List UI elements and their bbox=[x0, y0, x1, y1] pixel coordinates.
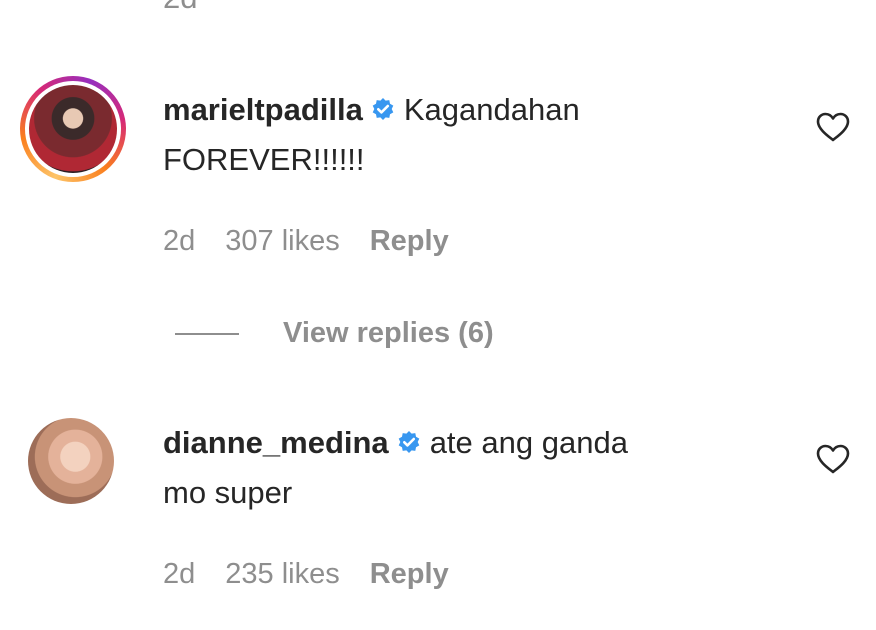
view-replies-button[interactable]: View replies (6) bbox=[175, 316, 494, 350]
comment-meta: 2d 235 likes Reply bbox=[163, 557, 479, 591]
avatar-image[interactable] bbox=[28, 418, 114, 504]
previous-comment-time: 2d bbox=[163, 0, 197, 16]
comment-likes[interactable]: 307 likes bbox=[225, 225, 339, 257]
comment-likes[interactable]: 235 likes bbox=[225, 558, 339, 590]
reply-button[interactable]: Reply bbox=[370, 558, 449, 590]
story-ring-avatar[interactable] bbox=[20, 76, 126, 182]
comment-text-line-2: mo super bbox=[163, 475, 293, 510]
comment-text-line: marieltpadilla Kagandahan bbox=[163, 85, 580, 138]
comment-username[interactable]: dianne_medina bbox=[163, 425, 389, 460]
comment-username[interactable]: marieltpadilla bbox=[163, 92, 363, 127]
comment-text-line-2: FOREVER!!!!!! bbox=[163, 142, 365, 177]
comment-time[interactable]: 2d bbox=[163, 558, 195, 590]
comment-text-line: dianne_medina ate ang ganda bbox=[163, 418, 628, 471]
reply-button[interactable]: Reply bbox=[370, 225, 449, 257]
comment-time[interactable]: 2d bbox=[163, 225, 195, 257]
like-heart-icon[interactable] bbox=[815, 111, 851, 148]
avatar-image bbox=[29, 85, 117, 173]
like-heart-icon[interactable] bbox=[815, 443, 851, 480]
comment-text: Kagandahan bbox=[403, 92, 580, 127]
comment-meta: 2d 307 likes Reply bbox=[163, 224, 479, 258]
verified-badge-icon bbox=[396, 421, 422, 471]
comment-text: ate ang ganda bbox=[429, 425, 628, 460]
verified-badge-icon bbox=[370, 88, 396, 138]
replies-divider-line bbox=[175, 333, 239, 336]
view-replies-label: View replies (6) bbox=[283, 317, 494, 349]
avatar-border bbox=[25, 81, 121, 177]
